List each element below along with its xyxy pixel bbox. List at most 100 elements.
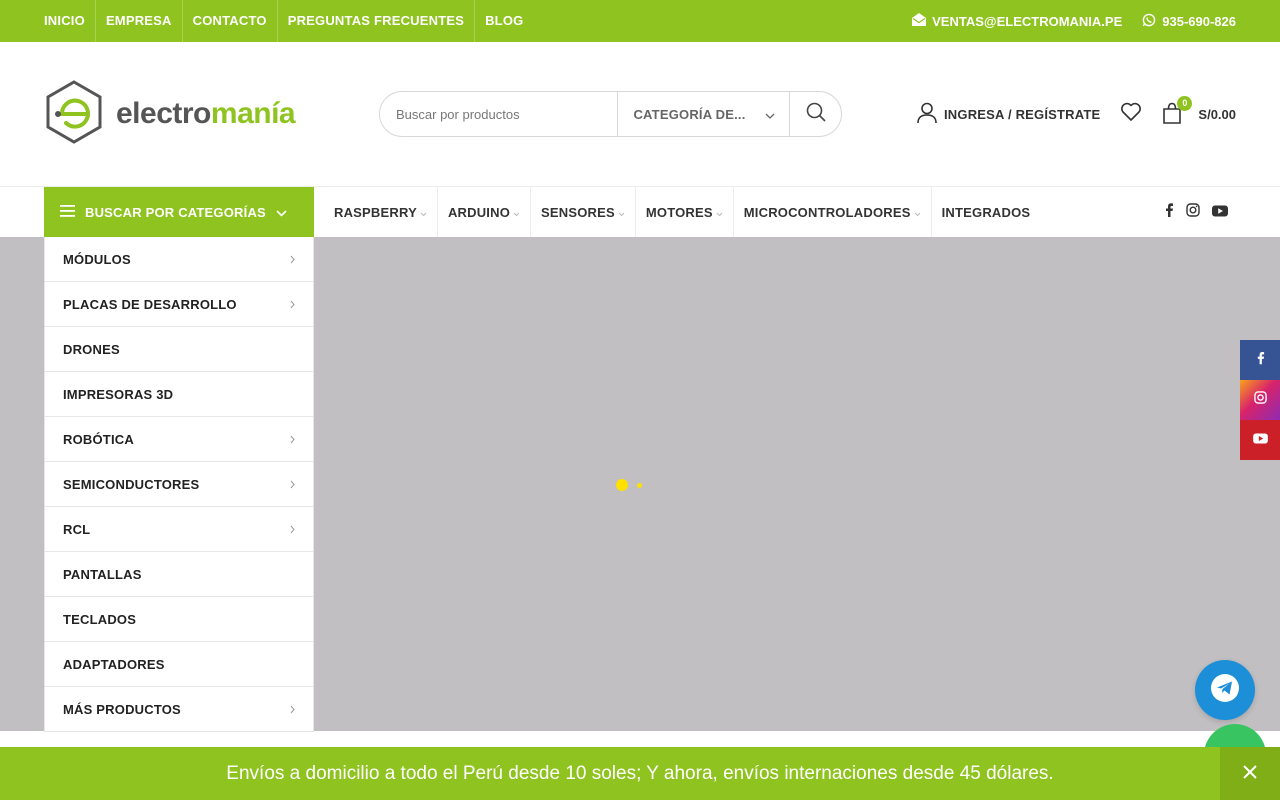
chevron-down-icon bbox=[618, 205, 625, 220]
telegram-icon bbox=[1210, 673, 1240, 708]
nav-item-arduino[interactable]: ARDUINO bbox=[438, 187, 532, 238]
cart-bag-icon: 0 bbox=[1162, 96, 1193, 126]
category-label: ROBÓTICA bbox=[63, 431, 134, 447]
category-item-rcl[interactable]: RCL bbox=[45, 507, 313, 552]
hamburger-menu-icon bbox=[60, 205, 75, 220]
login-label: INGRESA / REGÍSTRATE bbox=[944, 106, 1101, 122]
category-item-adaptadores[interactable]: ADAPTADORES bbox=[45, 642, 313, 687]
category-menu: MÓDULOS PLACAS DE DESARROLLO DRONES IMPR… bbox=[44, 237, 314, 732]
top-nav-blog[interactable]: BLOG bbox=[475, 0, 533, 42]
close-banner-button[interactable] bbox=[1220, 747, 1280, 800]
side-youtube-button[interactable] bbox=[1240, 420, 1280, 460]
browse-categories-label: BUSCAR POR CATEGORÍAS bbox=[85, 205, 266, 220]
nav-item-raspberry[interactable]: RASPBERRY bbox=[324, 187, 438, 238]
category-item-teclados[interactable]: TECLADOS bbox=[45, 597, 313, 642]
chevron-down-icon bbox=[716, 205, 723, 220]
category-select[interactable]: CATEGORÍA DE... bbox=[617, 92, 789, 136]
nav-item-label: MOTORES bbox=[645, 205, 713, 220]
nav-item-label: RASPBERRY bbox=[334, 205, 417, 220]
chevron-right-icon bbox=[290, 252, 295, 267]
whatsapp-icon bbox=[1142, 13, 1156, 30]
main-nav-row: BUSCAR POR CATEGORÍAS RASPBERRY ARDUINO … bbox=[0, 186, 1280, 238]
nav-item-label: SENSORES bbox=[541, 205, 615, 220]
category-item-drones[interactable]: DRONES bbox=[45, 327, 313, 372]
chevron-right-icon bbox=[290, 432, 295, 447]
header-actions: INGRESA / REGÍSTRATE 0 S/0.00 bbox=[917, 96, 1236, 132]
chevron-down-icon bbox=[513, 205, 520, 220]
side-instagram-button[interactable] bbox=[1240, 380, 1280, 420]
logo-text-part2: manía bbox=[210, 97, 296, 130]
search-icon bbox=[806, 102, 826, 127]
top-nav-empresa[interactable]: EMPRESA bbox=[96, 0, 183, 42]
chevron-right-icon bbox=[290, 477, 295, 492]
site-logo[interactable]: electromanía bbox=[44, 79, 324, 149]
nav-item-integrados[interactable]: INTEGRADOS bbox=[932, 187, 1041, 238]
top-nav-contacto[interactable]: CONTACTO bbox=[183, 0, 278, 42]
category-item-robotica[interactable]: ROBÓTICA bbox=[45, 417, 313, 462]
main-nav: RASPBERRY ARDUINO SENSORES MOTORES MICRO… bbox=[324, 187, 1040, 238]
nav-item-sensores[interactable]: SENSORES bbox=[531, 187, 636, 238]
chevron-down-icon bbox=[914, 205, 921, 220]
top-nav-faq[interactable]: PREGUNTAS FRECUENTES bbox=[278, 0, 476, 42]
category-item-placas[interactable]: PLACAS DE DESARROLLO bbox=[45, 282, 313, 327]
category-label: PLACAS DE DESARROLLO bbox=[63, 296, 237, 312]
chevron-down-icon bbox=[276, 205, 287, 220]
chevron-down-icon bbox=[765, 107, 775, 122]
wishlist-heart-icon[interactable] bbox=[1120, 102, 1142, 127]
side-social-bar bbox=[1240, 340, 1280, 460]
top-contact: VENTAS@ELECTROMANIA.PE 935-690-826 bbox=[912, 0, 1236, 42]
search-input[interactable] bbox=[380, 92, 618, 136]
category-select-label: CATEGORÍA DE... bbox=[633, 106, 746, 122]
facebook-icon[interactable] bbox=[1164, 203, 1174, 222]
category-label: PANTALLAS bbox=[63, 566, 142, 582]
phone-link[interactable]: 935-690-826 bbox=[1142, 13, 1236, 30]
top-nav: INICIO EMPRESA CONTACTO PREGUNTAS FRECUE… bbox=[34, 0, 533, 42]
facebook-icon bbox=[1256, 351, 1265, 370]
email-text: VENTAS@ELECTROMANIA.PE bbox=[932, 13, 1123, 29]
top-nav-inicio[interactable]: INICIO bbox=[34, 0, 96, 42]
chevron-down-icon bbox=[420, 205, 427, 220]
loader-dot bbox=[637, 483, 642, 488]
category-item-semiconductores[interactable]: SEMICONDUCTORES bbox=[45, 462, 313, 507]
top-bar: INICIO EMPRESA CONTACTO PREGUNTAS FRECUE… bbox=[0, 0, 1280, 42]
phone-text: 935-690-826 bbox=[1162, 13, 1236, 29]
browse-categories-button[interactable]: BUSCAR POR CATEGORÍAS bbox=[44, 187, 314, 238]
header-social-links bbox=[1164, 187, 1228, 238]
chevron-right-icon bbox=[290, 522, 295, 537]
category-label: MÓDULOS bbox=[63, 251, 131, 267]
mail-icon bbox=[912, 13, 927, 29]
loader-dot bbox=[616, 479, 628, 491]
category-item-modulos[interactable]: MÓDULOS bbox=[45, 237, 313, 282]
nav-item-microcontroladores[interactable]: MICROCONTROLADORES bbox=[734, 187, 932, 238]
category-label: RCL bbox=[63, 521, 91, 537]
shipping-banner: Envíos a domicilio a todo el Perú desde … bbox=[0, 747, 1280, 800]
cart-total: S/0.00 bbox=[1198, 106, 1236, 122]
category-item-mas-productos[interactable]: MÁS PRODUCTOS bbox=[45, 687, 313, 732]
email-link[interactable]: VENTAS@ELECTROMANIA.PE bbox=[912, 13, 1122, 29]
shipping-banner-text: Envíos a domicilio a todo el Perú desde … bbox=[226, 762, 1054, 784]
category-item-pantallas[interactable]: PANTALLAS bbox=[45, 552, 313, 597]
category-label: IMPRESORAS 3D bbox=[63, 386, 174, 402]
search-button[interactable] bbox=[789, 92, 841, 136]
close-icon bbox=[1243, 763, 1257, 785]
chevron-right-icon bbox=[290, 297, 295, 312]
youtube-icon[interactable] bbox=[1212, 204, 1228, 222]
category-label: ADAPTADORES bbox=[63, 656, 165, 672]
telegram-chat-button[interactable] bbox=[1195, 660, 1255, 720]
youtube-icon bbox=[1252, 431, 1268, 449]
side-facebook-button[interactable] bbox=[1240, 340, 1280, 380]
loading-spinner bbox=[616, 479, 646, 491]
chevron-right-icon bbox=[290, 702, 295, 717]
logo-text-part1: electro bbox=[116, 97, 211, 130]
instagram-icon bbox=[1253, 391, 1267, 409]
login-link[interactable]: INGRESA / REGÍSTRATE bbox=[917, 102, 1100, 127]
cart-link[interactable]: 0 S/0.00 bbox=[1162, 96, 1236, 126]
category-item-impresoras[interactable]: IMPRESORAS 3D bbox=[45, 372, 313, 417]
instagram-icon[interactable] bbox=[1186, 203, 1200, 222]
logo-text: electromanía bbox=[116, 97, 296, 131]
category-label: DRONES bbox=[63, 341, 120, 357]
category-label: TECLADOS bbox=[63, 611, 137, 627]
nav-item-motores[interactable]: MOTORES bbox=[636, 187, 734, 238]
logo-mark-icon bbox=[44, 79, 104, 149]
category-label: SEMICONDUCTORES bbox=[63, 476, 200, 492]
